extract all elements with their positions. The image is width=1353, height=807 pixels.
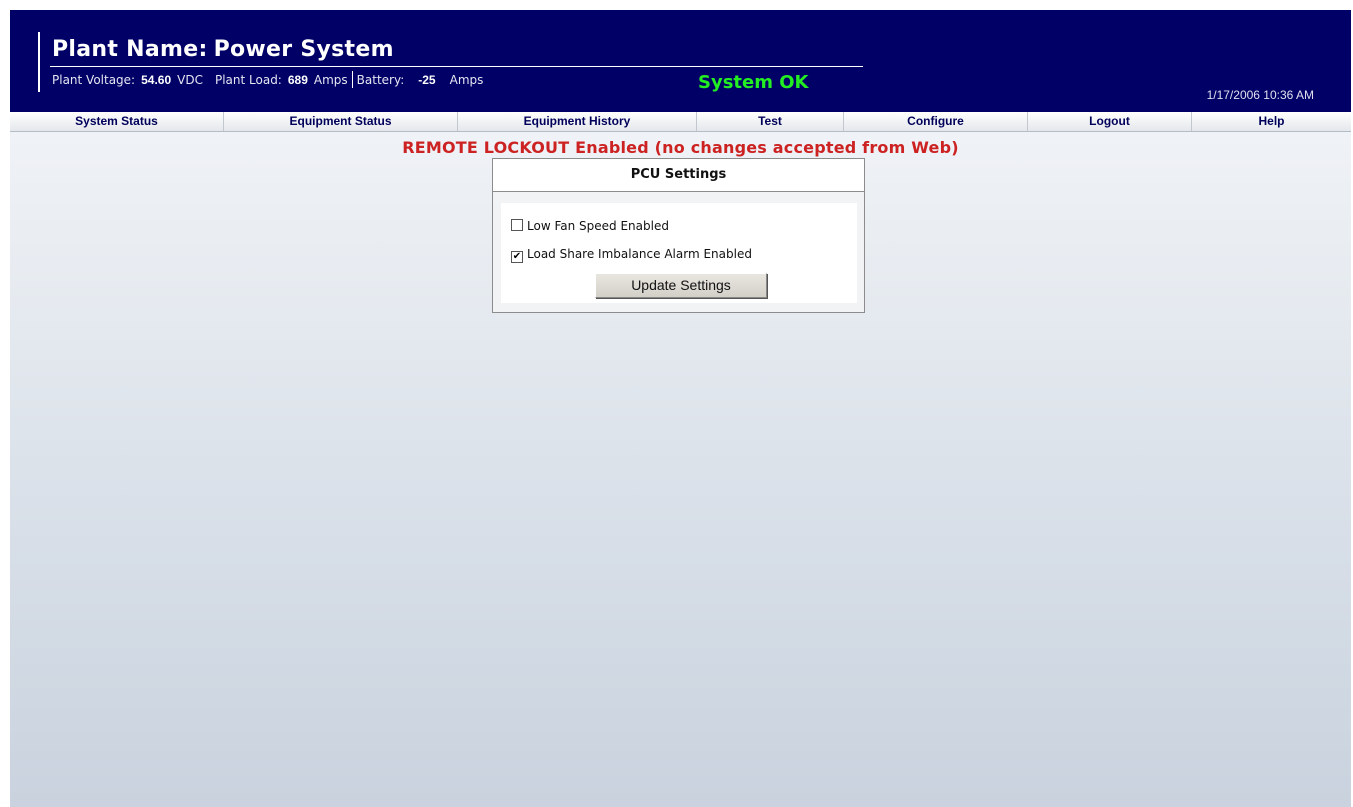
plant-voltage-unit: VDC — [177, 73, 203, 87]
system-status-indicator: System OK — [698, 72, 809, 93]
header-bar: Plant Name: Power System Plant Voltage: 54… — [10, 10, 1351, 112]
title-underline — [50, 66, 863, 67]
plant-stats: Plant Voltage: 54.60 VDC Plant Load: 689 Amps… — [52, 71, 495, 88]
stats-divider — [351, 71, 353, 88]
page-frame: Plant Name: Power System Plant Voltage: 54… — [10, 10, 1351, 807]
load-share-alarm-label: Load Share Imbalance Alarm Enabled — [527, 247, 752, 261]
load-share-alarm-option[interactable]: ✔ Load Share Imbalance Alarm Enabled — [511, 247, 752, 263]
nav-help[interactable]: Help — [1192, 112, 1351, 131]
battery-unit: Amps — [449, 73, 484, 87]
plant-name-value: Power System — [213, 37, 394, 62]
battery-value: -25 — [418, 73, 436, 87]
pcu-settings-panel: PCU Settings Low Fan Speed Enabled ✔ Load… — [492, 158, 865, 313]
remote-lockout-message: REMOTE LOCKOUT Enabled (no changes accep… — [402, 138, 959, 157]
update-settings-button[interactable]: Update Settings — [595, 273, 767, 298]
plant-load-label: Plant Load: — [214, 73, 282, 87]
nav-test[interactable]: Test — [697, 112, 844, 131]
low-fan-speed-label: Low Fan Speed Enabled — [527, 219, 669, 233]
settings-form: Low Fan Speed Enabled ✔ Load Share Imbala… — [501, 203, 857, 303]
header-divider — [38, 32, 40, 92]
main-nav: System Status Equipment Status Equipment… — [10, 112, 1351, 132]
nav-logout[interactable]: Logout — [1028, 112, 1192, 131]
nav-equipment-history[interactable]: Equipment History — [458, 112, 697, 131]
battery-label: Battery: — [356, 73, 405, 87]
load-share-alarm-checkbox[interactable]: ✔ — [511, 251, 523, 263]
nav-configure[interactable]: Configure — [844, 112, 1028, 131]
low-fan-speed-checkbox[interactable] — [511, 219, 523, 231]
panel-title: PCU Settings — [493, 159, 864, 192]
low-fan-speed-option[interactable]: Low Fan Speed Enabled — [511, 219, 669, 233]
plant-voltage-value: 54.60 — [141, 73, 172, 87]
plant-name-label: Plant Name: — [52, 37, 208, 62]
plant-load-value: 689 — [287, 73, 308, 87]
plant-voltage-label: Plant Voltage: — [52, 73, 136, 87]
plant-load-unit: Amps — [313, 73, 348, 87]
nav-equipment-status[interactable]: Equipment Status — [224, 112, 458, 131]
page-title: Plant Name: Power System — [52, 37, 394, 62]
datetime-display: 1/17/2006 10:36 AM — [1206, 88, 1314, 102]
nav-system-status[interactable]: System Status — [10, 112, 224, 131]
